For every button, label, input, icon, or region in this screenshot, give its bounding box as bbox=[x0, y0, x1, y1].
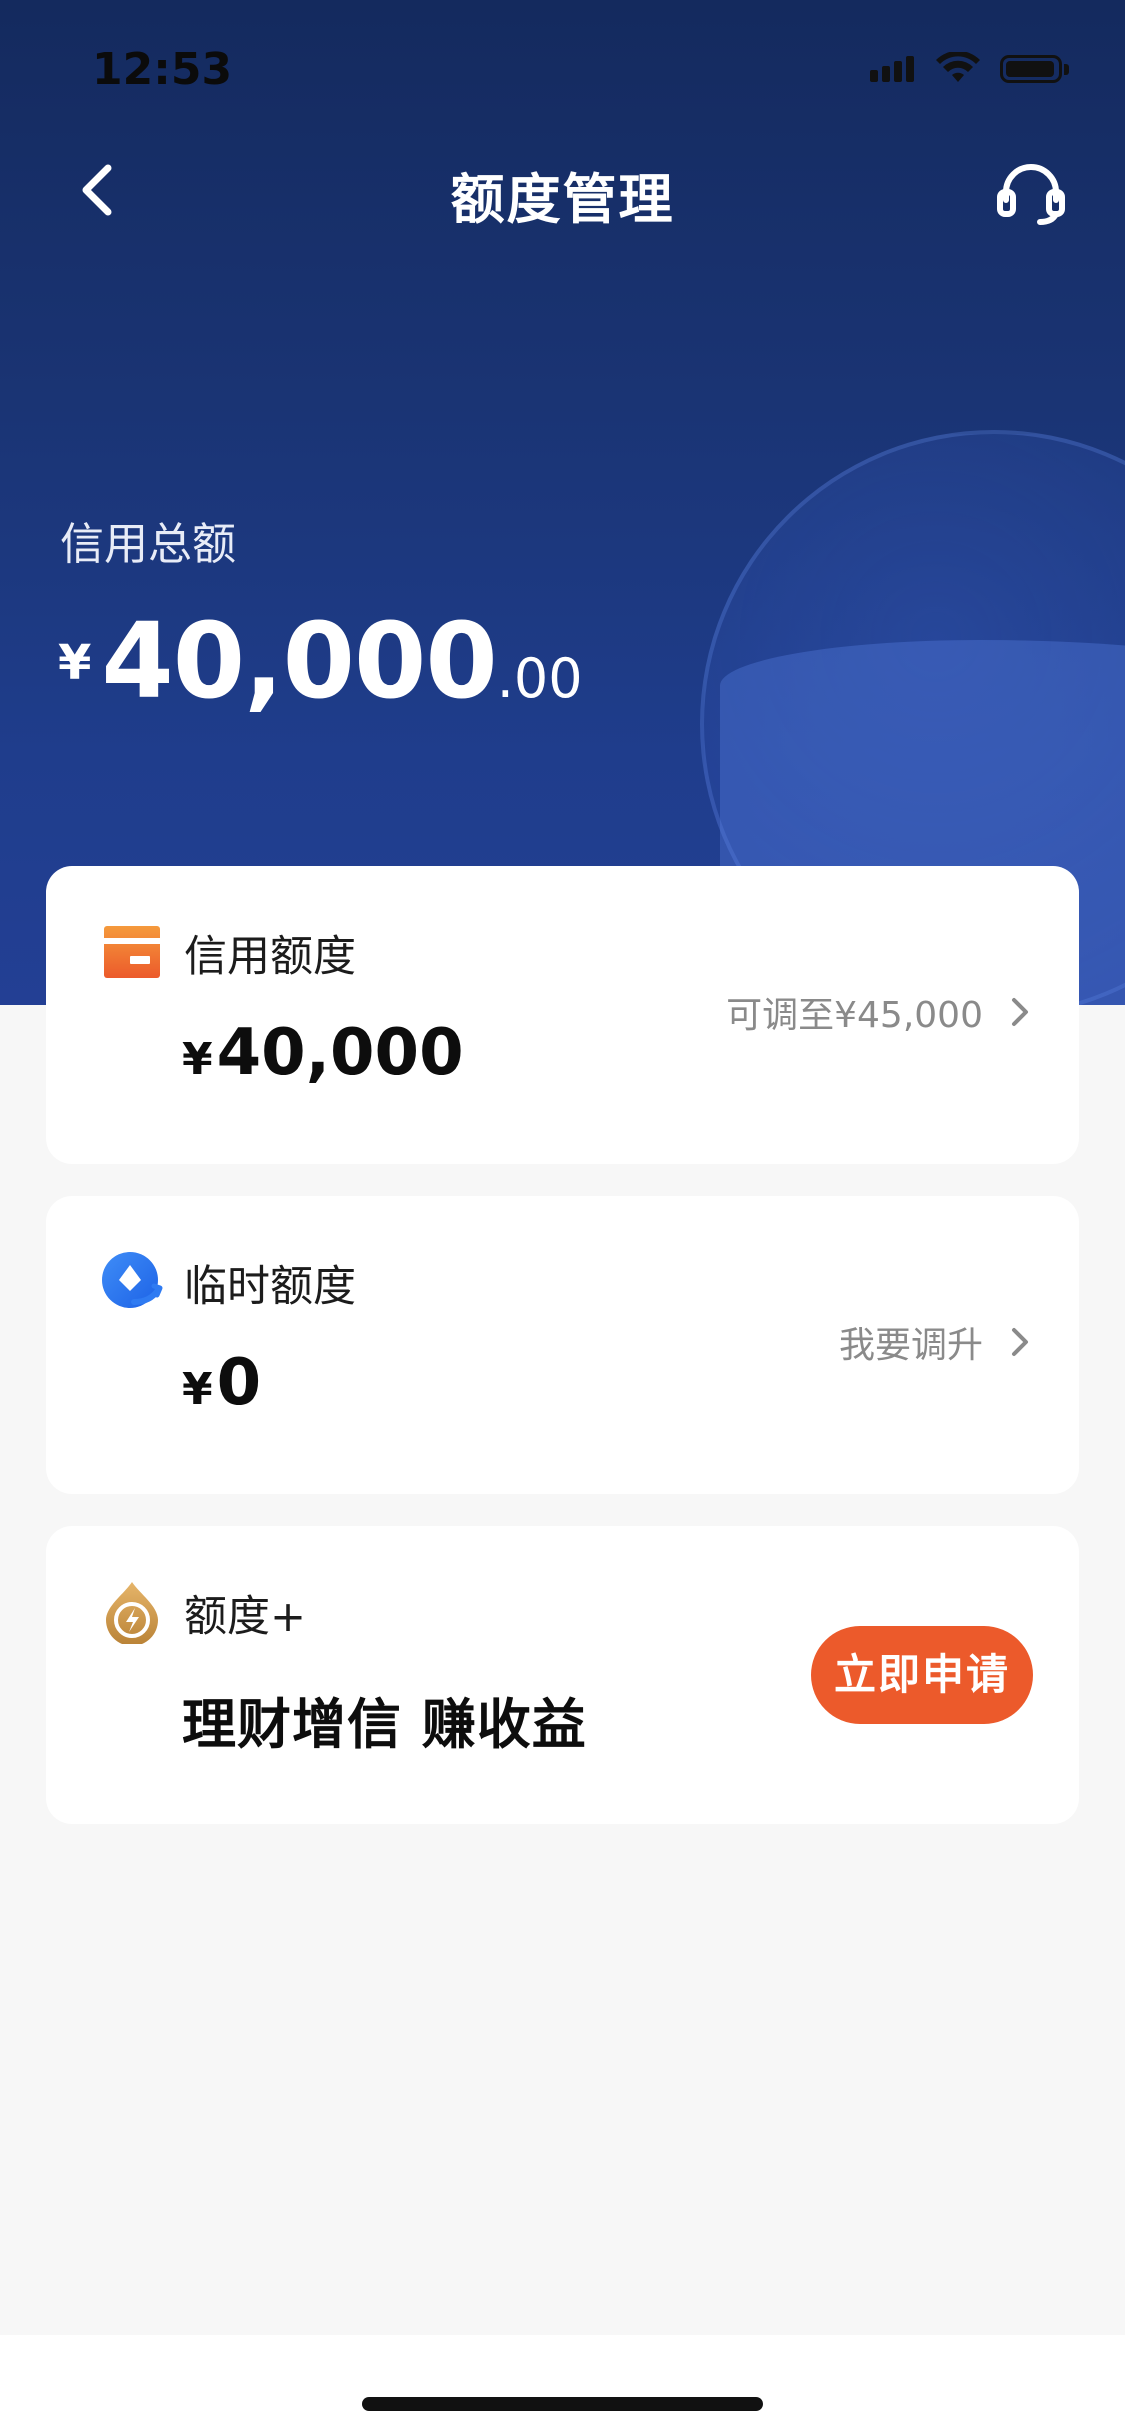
adjust-limit-text: 可调至¥45,000 bbox=[726, 995, 983, 1036]
headset-icon[interactable] bbox=[996, 160, 1066, 226]
total-amount-decimal: .00 bbox=[496, 647, 583, 710]
apply-now-button[interactable]: 立即申请 bbox=[811, 1626, 1033, 1724]
chevron-right-icon bbox=[1012, 998, 1028, 1026]
raise-limit-text: 我要调升 bbox=[838, 1325, 983, 1366]
credit-limit-amount: ¥40,000 bbox=[182, 1016, 464, 1090]
status-time: 12:53 bbox=[92, 44, 233, 95]
total-amount-integer: 40,000 bbox=[101, 600, 497, 722]
total-credit-amount: ¥40,000.00 bbox=[58, 600, 583, 722]
currency-symbol: ¥ bbox=[58, 635, 92, 691]
credit-limit-value: 40,000 bbox=[216, 1016, 464, 1090]
currency-symbol: ¥ bbox=[182, 1364, 213, 1415]
temporary-limit-title: 临时额度 bbox=[184, 1262, 356, 1312]
credit-card-icon bbox=[104, 926, 160, 978]
raise-limit-link[interactable]: 我要调升 bbox=[839, 1316, 1033, 1368]
header-background bbox=[0, 0, 1125, 1005]
limit-plus-headline: 理财增信 赚收益 bbox=[182, 1693, 587, 1756]
temporary-limit-card[interactable]: 临时额度 ¥0 我要调升 bbox=[46, 1196, 1079, 1494]
bottom-safe-area bbox=[0, 2335, 1125, 2435]
temporary-limit-amount: ¥0 bbox=[182, 1346, 261, 1420]
credit-limit-title: 信用额度 bbox=[184, 932, 356, 982]
total-credit-label: 信用总额 bbox=[60, 519, 236, 570]
bolt-drop-icon bbox=[106, 1582, 158, 1644]
home-indicator[interactable] bbox=[362, 2397, 763, 2411]
wifi-icon bbox=[936, 52, 980, 82]
temporary-limit-value: 0 bbox=[216, 1346, 262, 1420]
battery-cap bbox=[1064, 64, 1069, 75]
temp-credit-icon bbox=[102, 1252, 163, 1308]
limit-plus-title: 额度+ bbox=[184, 1592, 307, 1642]
battery-icon bbox=[1000, 55, 1062, 83]
currency-symbol: ¥ bbox=[182, 1034, 213, 1085]
page-title: 额度管理 bbox=[450, 168, 675, 231]
credit-limit-card[interactable]: 信用额度 ¥40,000 可调至¥45,000 bbox=[46, 866, 1079, 1164]
status-bar: 12:53 bbox=[0, 0, 1125, 140]
chevron-right-icon bbox=[1012, 1328, 1028, 1356]
adjust-limit-link[interactable]: 可调至¥45,000 bbox=[726, 986, 1033, 1038]
limit-plus-card[interactable]: 额度+ 理财增信 赚收益 立即申请 bbox=[46, 1526, 1079, 1824]
signal-icon bbox=[870, 56, 918, 82]
